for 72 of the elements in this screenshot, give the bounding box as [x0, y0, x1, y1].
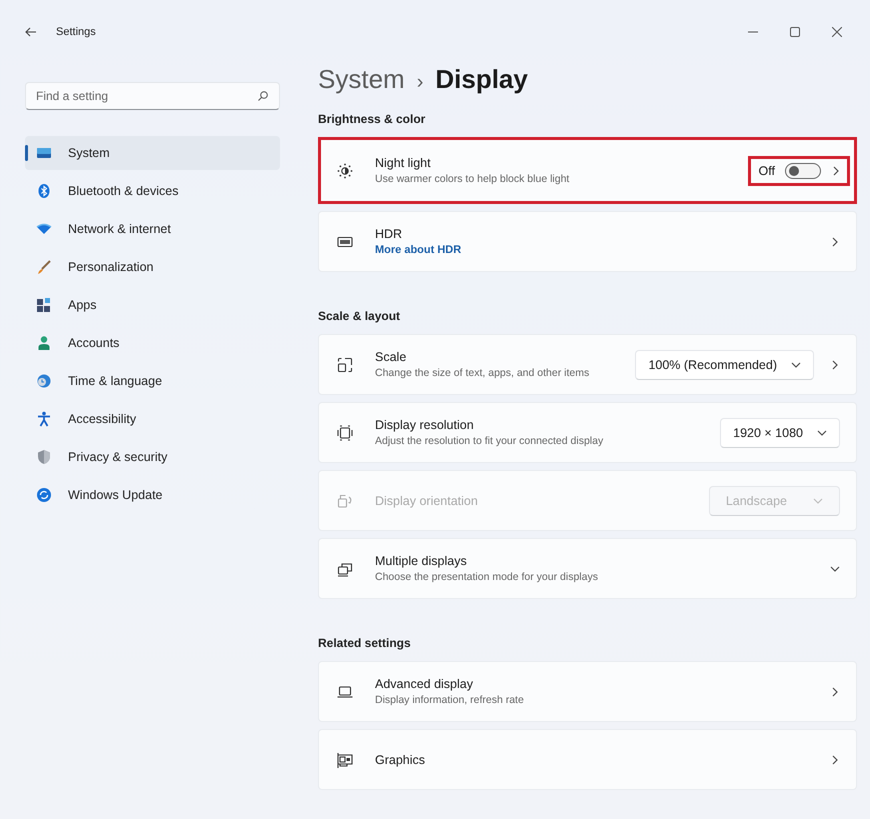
section-heading: Related settings [318, 636, 412, 650]
setting-card[interactable]: Display resolution Adjust the resolution to fit your connected display 1920 × 1080 [318, 402, 857, 463]
setting-title: HDR [375, 227, 404, 241]
breadcrumb-link[interactable]: System [318, 64, 405, 95]
sidebar-item[interactable]: Accessibility [25, 402, 280, 436]
chevron-right-icon [830, 754, 840, 764]
sidebar-item[interactable]: Personalization [25, 250, 280, 284]
maximize-icon [790, 27, 800, 37]
setting-title: Display orientation [375, 494, 479, 508]
apps-icon [36, 297, 52, 313]
two-screens-icon [337, 560, 353, 576]
sidebar-item[interactable]: Network & internet [25, 212, 280, 246]
setting-description: Use warmer colors to help block blue light [375, 173, 570, 185]
window-title: Settings [56, 26, 96, 38]
sidebar-item[interactable]: Bluetooth & devices [25, 174, 280, 208]
chevron-right-icon [830, 686, 840, 696]
sidebar-item[interactable]: Apps [25, 288, 280, 322]
shield-icon [36, 449, 52, 465]
sun-icon [337, 162, 353, 178]
close-icon [832, 27, 842, 37]
section-heading: Scale & layout [318, 309, 402, 323]
toggle-switch[interactable] [785, 162, 821, 178]
accessibility-icon [36, 411, 52, 427]
setting-description: Change the size of text, apps, and other items [375, 367, 590, 379]
setting-card[interactable]: Advanced display Display information, refresh rate [318, 661, 857, 722]
setting-title: Graphics [375, 752, 426, 766]
back-arrow-icon [25, 27, 37, 37]
scale-icon [337, 356, 353, 372]
monitor-icon [36, 145, 52, 161]
setting-title: Scale [375, 350, 408, 364]
chevron-right-icon [830, 360, 840, 370]
globe-clock-icon [36, 373, 52, 389]
setting-title: Advanced display [375, 677, 474, 691]
setting-title: Multiple displays [375, 554, 468, 568]
dropdown[interactable]: 1920 × 1080 [720, 418, 840, 448]
setting-card[interactable]: Multiple displays Choose the presentation mode for your displays [318, 538, 857, 599]
chevron-right-icon [831, 166, 841, 176]
graphics-card-icon [337, 752, 353, 768]
chevron-down-icon [813, 496, 823, 506]
rotate-screen-icon [337, 492, 353, 508]
resolution-icon [337, 424, 353, 440]
sync-icon [36, 487, 52, 503]
setting-description: Display information, refresh rate [375, 694, 525, 706]
sidebar-item[interactable]: Privacy & security [25, 440, 280, 474]
setting-description: Choose the presentation mode for your displays [375, 571, 599, 583]
bluetooth-icon [36, 183, 52, 199]
search-icon [258, 91, 268, 101]
setting-title: Display resolution [375, 418, 475, 432]
sidebar-item[interactable]: System [25, 136, 280, 170]
sidebar-item[interactable]: Accounts [25, 326, 280, 360]
setting-card[interactable]: HDR More about HDR [318, 211, 857, 272]
laptop-icon [337, 684, 353, 700]
breadcrumb-separator: › [416, 71, 424, 94]
brush-icon [36, 259, 52, 275]
setting-card[interactable]: Scale Change the size of text, apps, and other items 100% (Recommended) [318, 334, 857, 395]
setting-card[interactable]: Graphics [318, 729, 857, 790]
chevron-right-icon [830, 236, 840, 246]
chevron-down-icon [817, 428, 827, 438]
setting-title: Night light [375, 156, 432, 170]
section-heading: Brightness & color [318, 112, 426, 126]
sidebar-item[interactable]: Windows Update [25, 478, 280, 512]
link[interactable]: More about HDR [375, 244, 808, 256]
setting-card[interactable]: Night light Use warmer colors to help block blue light Off [318, 137, 857, 204]
dropdown[interactable]: 100% (Recommended) [635, 350, 814, 380]
chevron-down-icon [791, 360, 801, 370]
toggle-state-label: Off [758, 164, 775, 178]
wifi-icon [36, 221, 52, 237]
sidebar-item[interactable]: Time & language [25, 364, 280, 398]
page-title: Display [435, 64, 528, 95]
person-icon [36, 335, 52, 351]
setting-description: Adjust the resolution to fit your connected display [375, 435, 604, 447]
search-field[interactable]: Find a setting [25, 82, 280, 110]
